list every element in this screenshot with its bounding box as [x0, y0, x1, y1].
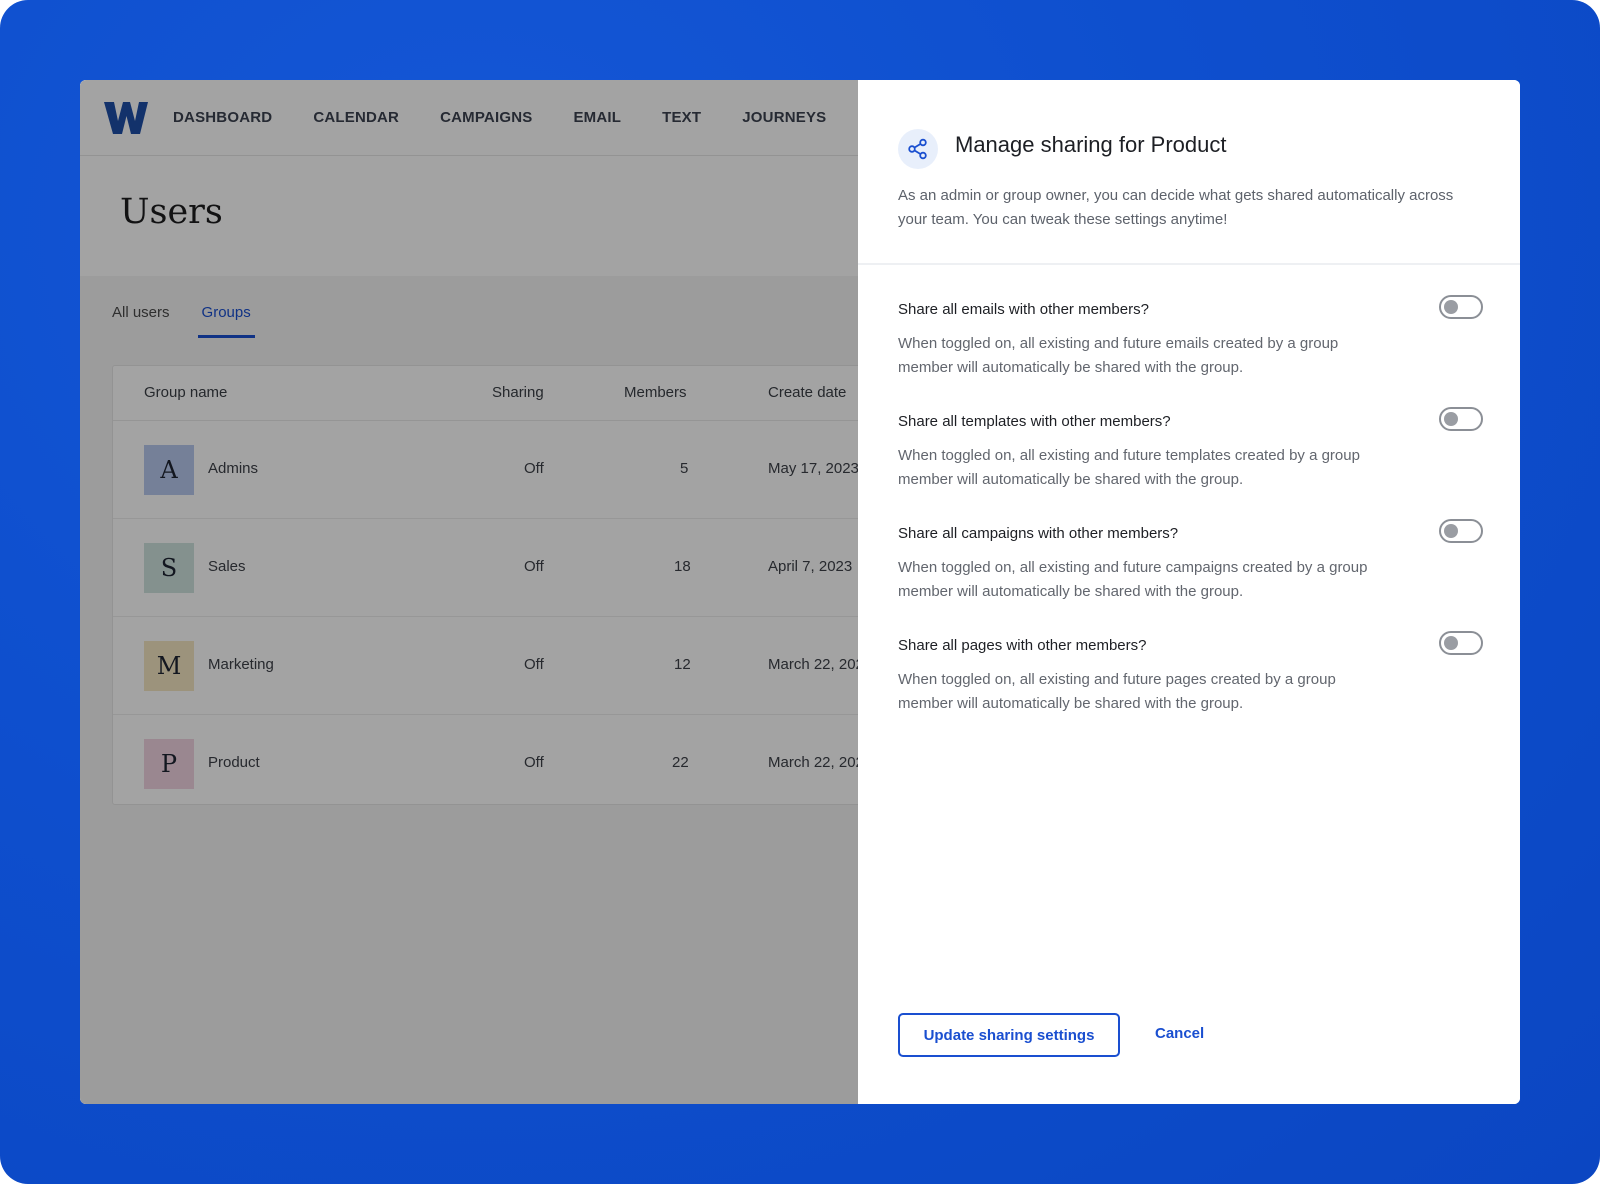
drawer-description: As an admin or group owner, you can deci…	[898, 187, 1454, 228]
setting-help-text: When toggled on, all existing and future…	[898, 335, 1339, 376]
drawer-title: Manage sharing for Product	[955, 132, 1227, 157]
share-pages-toggle[interactable]	[1439, 631, 1483, 655]
setting-label: Share all pages with other members?	[898, 637, 1147, 654]
setting-help-text: When toggled on, all existing and future…	[898, 559, 1368, 600]
share-campaigns-toggle[interactable]	[1439, 519, 1483, 543]
share-icon	[898, 129, 938, 169]
sharing-drawer: Manage sharing for Product As an admin o…	[858, 80, 1520, 1104]
setting-label: Share all campaigns with other members?	[898, 525, 1179, 542]
cancel-button[interactable]: Cancel	[1155, 1025, 1204, 1042]
modal-overlay[interactable]	[80, 80, 858, 1104]
setting-label: Share all templates with other members?	[898, 413, 1171, 430]
toggle-knob	[1444, 300, 1458, 314]
drawer-header: Manage sharing for Product As an admin o…	[858, 80, 1520, 265]
setting-label: Share all emails with other members?	[898, 301, 1149, 318]
share-templates-toggle[interactable]	[1439, 407, 1483, 431]
toggle-knob	[1444, 636, 1458, 650]
setting-help-text: When toggled on, all existing and future…	[898, 671, 1336, 712]
app-main: DASHBOARD CALENDAR CAMPAIGNS EMAIL TEXT …	[80, 80, 858, 1104]
toggle-knob	[1444, 412, 1458, 426]
share-emails-toggle[interactable]	[1439, 295, 1483, 319]
setting-help-text: When toggled on, all existing and future…	[898, 447, 1360, 488]
backdrop: DASHBOARD CALENDAR CAMPAIGNS EMAIL TEXT …	[0, 0, 1600, 1184]
update-sharing-settings-button[interactable]: Update sharing settings	[898, 1013, 1120, 1057]
toggle-knob	[1444, 524, 1458, 538]
app-window: DASHBOARD CALENDAR CAMPAIGNS EMAIL TEXT …	[80, 80, 1520, 1104]
